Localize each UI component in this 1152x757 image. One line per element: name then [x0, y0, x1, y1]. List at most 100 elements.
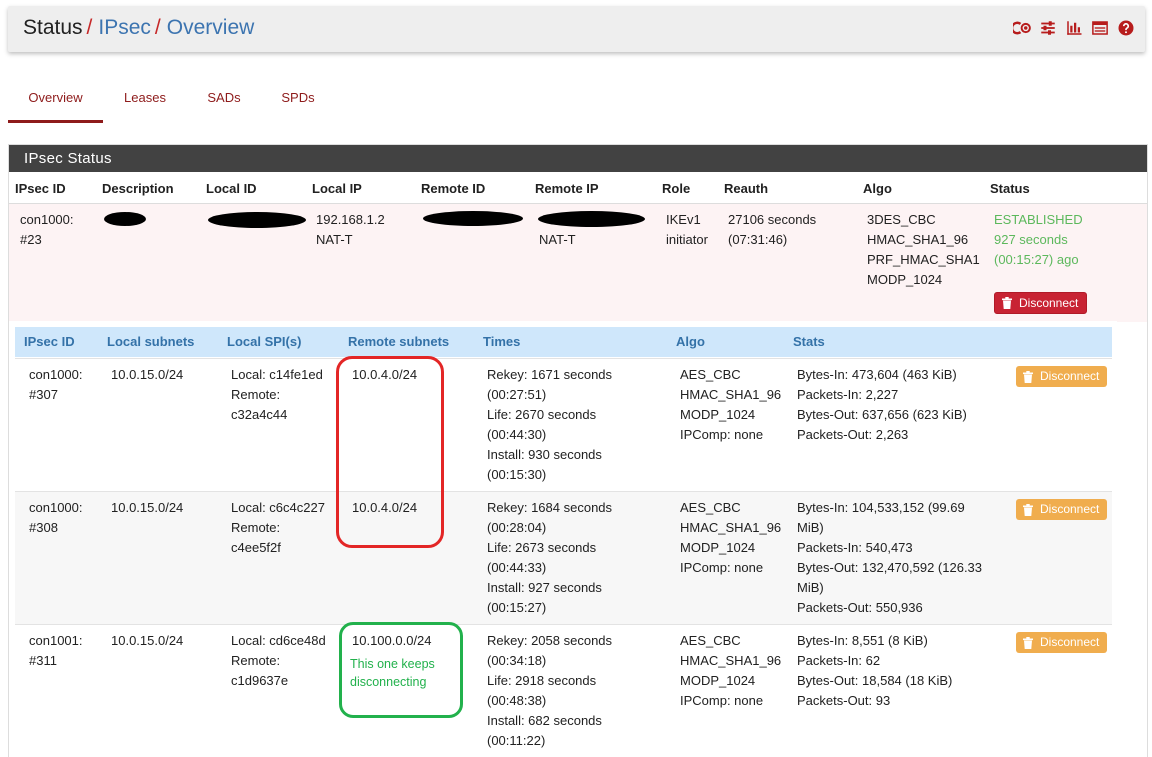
p2-stats-line: Packets-In: 2,227 [797, 387, 899, 402]
col-algo: Algo [676, 334, 705, 349]
breadcrumb-separator: / [154, 16, 161, 39]
p1-algo-line: PRF_HMAC_SHA1 [867, 252, 980, 267]
p2-stats-line: Bytes-Out: 132,470,592 (126.33 [797, 560, 983, 575]
p1-remote-natt: NAT-T [539, 232, 576, 247]
p2-stats-line: Bytes-Out: 18,584 (18 KiB) [797, 673, 953, 688]
p2-times-line: Life: 2673 seconds [487, 540, 597, 555]
sliders-icon[interactable] [1039, 19, 1057, 37]
tab-leases[interactable]: Leases [112, 86, 178, 120]
col-ipsec-id: IPsec ID [24, 334, 75, 349]
p2-spi-line: Local: c6c4c227 [231, 500, 325, 515]
p2-times-line: (00:11:22) [487, 733, 546, 748]
p2-spi-line: c1d9637e [231, 673, 289, 688]
p2-times-line: Rekey: 1684 seconds [487, 500, 613, 515]
redacted-local-id [208, 212, 306, 228]
p1-id-line2: #23 [20, 232, 42, 247]
p2-algo-line: AES_CBC [680, 633, 741, 648]
p2-local-subnet: 10.0.15.0/24 [111, 633, 184, 648]
p2-id-line2: #311 [29, 653, 57, 668]
p2-spi-line: Local: c14fe1ed [231, 367, 323, 382]
p1-role-line1: IKEv1 [666, 212, 701, 227]
tab-sads[interactable]: SADs [196, 86, 252, 120]
redacted-remote-id [423, 211, 523, 226]
p1-status-ago: (00:15:27) ago [994, 252, 1079, 267]
p2-times-line: (00:48:38) [487, 693, 547, 708]
p1-local-ip: 192.168.1.2 [316, 212, 385, 227]
breadcrumb-ipsec-link[interactable]: IPsec [98, 16, 151, 39]
p2-stats-line: MiB) [797, 580, 824, 595]
p2-id-line2: #307 [29, 387, 58, 402]
bar-chart-icon[interactable] [1065, 19, 1083, 37]
p2-stats-line: Bytes-In: 473,604 (463 KiB) [797, 367, 957, 382]
annotation-note: This one keeps disconnecting [350, 655, 460, 691]
p2-times-line: (00:27:51) [487, 387, 547, 402]
p2-disconnect-button[interactable]: Disconnect [1016, 366, 1108, 387]
breadcrumb: Status / IPsec / Overview [23, 16, 254, 40]
p2-disconnect-button[interactable]: Disconnect [1016, 632, 1108, 653]
p1-disconnect-button[interactable]: Disconnect [994, 292, 1088, 314]
p2-algo-line: AES_CBC [680, 500, 741, 515]
p2-times-line: Install: 927 seconds [487, 580, 602, 595]
p2-algo-line: MODP_1024 [680, 673, 756, 688]
trash-icon [1002, 297, 1012, 309]
col-remote-id: Remote ID [421, 181, 486, 196]
breadcrumb-separator: / [86, 16, 93, 39]
co-icon[interactable] [1013, 19, 1031, 37]
list-icon[interactable] [1091, 19, 1109, 37]
disconnect-label: Disconnect [1040, 635, 1100, 649]
p2-id-line1: con1000: [29, 500, 83, 515]
col-remote-ip: Remote IP [535, 181, 599, 196]
phase2-table-header: IPsec ID Local subnets Local SPI(s) Remo… [15, 327, 1112, 357]
p2-algo-line: MODP_1024 [680, 540, 756, 555]
col-local-spis: Local SPI(s) [227, 334, 302, 349]
redacted-description [104, 212, 146, 226]
p2-times-line: (00:15:27) [487, 600, 547, 615]
disconnect-label: Disconnect [1040, 502, 1100, 516]
col-reauth: Reauth [724, 181, 769, 196]
p1-algo-line: MODP_1024 [867, 272, 943, 287]
tab-overview[interactable]: Overview [8, 86, 103, 123]
breadcrumb-overview-link[interactable]: Overview [167, 16, 255, 39]
col-remote-subnets: Remote subnets [348, 334, 450, 349]
p2-id-line2: #308 [29, 520, 58, 535]
p2-spi-line: Local: cd6ce48d [231, 633, 326, 648]
col-local-subnets: Local subnets [107, 334, 195, 349]
p2-times-line: Rekey: 1671 seconds [487, 367, 613, 382]
phase2-row: con1001: #311 10.0.15.0/24 Local: cd6ce48d R… [15, 624, 1112, 757]
disconnect-label: Disconnect [1040, 369, 1100, 383]
p2-stats-line: Bytes-In: 104,533,152 (99.69 [797, 500, 965, 515]
p2-stats-line: Packets-Out: 2,263 [797, 427, 909, 442]
p2-algo-line: HMAC_SHA1_96 [680, 520, 782, 535]
col-local-ip: Local IP [312, 181, 362, 196]
p2-id-line1: con1001: [29, 633, 83, 648]
disconnect-label: Disconnect [1019, 296, 1079, 310]
p2-algo-line: IPComp: none [680, 427, 764, 442]
phase1-row: con1000: #23 192.168.1.2 NAT-T NAT-T IKE… [9, 203, 1147, 322]
p2-algo-line: HMAC_SHA1_96 [680, 387, 782, 402]
panel-title: IPsec Status [9, 145, 1147, 172]
col-status: Status [990, 181, 1030, 196]
trash-icon [1023, 636, 1033, 649]
p2-times-line: Install: 930 seconds [487, 447, 602, 462]
col-times: Times [483, 334, 521, 349]
p1-reauth-line2: (07:31:46) [728, 232, 788, 247]
p1-reauth-line1: 27106 seconds [728, 212, 817, 227]
annotation-line: disconnecting [350, 675, 427, 689]
p2-spi-line: Remote: [231, 653, 281, 668]
col-algo: Algo [863, 181, 892, 196]
p2-times-line: (00:15:30) [487, 467, 547, 482]
col-stats: Stats [793, 334, 825, 349]
p2-times-line: (00:44:33) [487, 560, 547, 575]
help-icon[interactable] [1117, 19, 1135, 37]
p2-disconnect-button[interactable]: Disconnect [1016, 499, 1108, 520]
p2-local-subnet: 10.0.15.0/24 [111, 367, 184, 382]
col-ipsec-id: IPsec ID [15, 181, 66, 196]
trash-icon [1023, 503, 1033, 516]
p2-spi-line: Remote: [231, 520, 281, 535]
phase2-row: con1000: #308 10.0.15.0/24 Local: c6c4c227 R… [15, 491, 1112, 625]
p2-stats-line: Packets-In: 62 [797, 653, 881, 668]
p2-algo-line: IPComp: none [680, 693, 764, 708]
col-description: Description [102, 181, 174, 196]
p2-algo-line: HMAC_SHA1_96 [680, 653, 782, 668]
tab-spds[interactable]: SPDs [270, 86, 326, 120]
